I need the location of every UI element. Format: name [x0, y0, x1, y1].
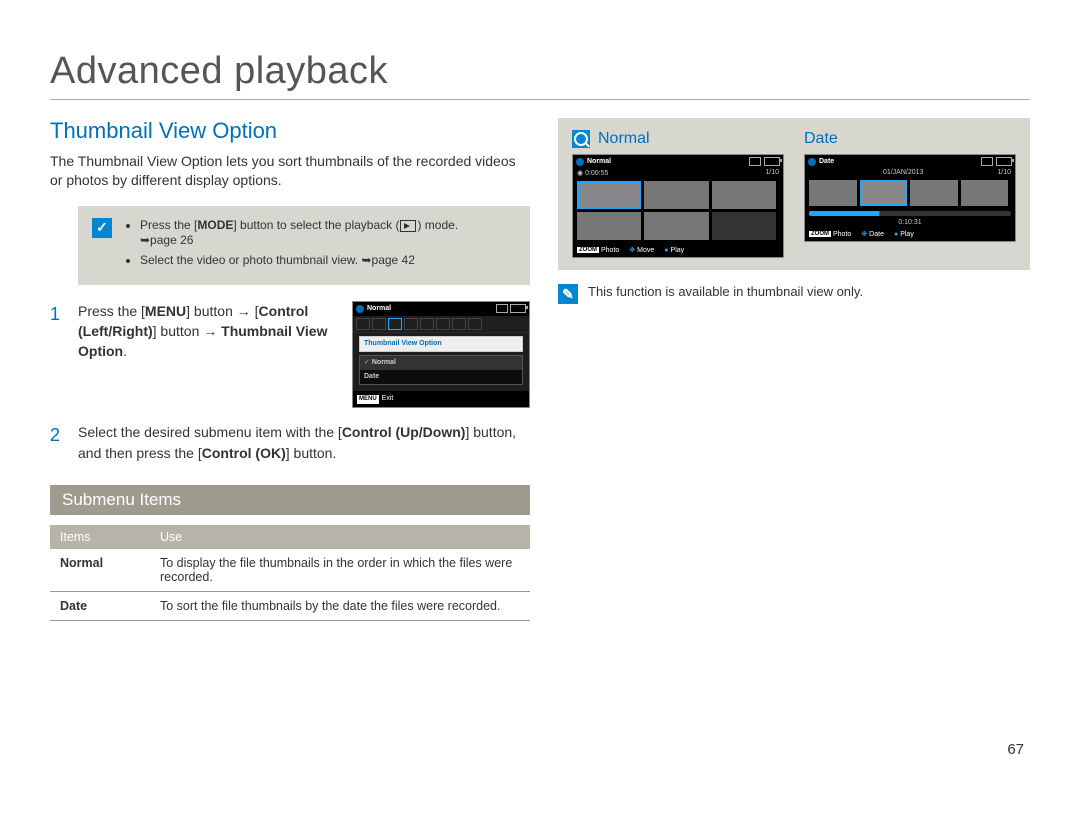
preview-box: Normal Normal ◉ 0:00:55 [558, 118, 1030, 270]
mini-title: Normal [367, 304, 391, 314]
check-icon: ✓ [92, 218, 112, 238]
step-number: 2 [50, 422, 68, 463]
menu-badge: MENU [357, 395, 379, 404]
thumbnail [712, 212, 776, 240]
gear-icon [576, 158, 584, 166]
footnote-row: ✎ This function is available in thumbnai… [558, 284, 1030, 304]
card-icon [496, 304, 508, 313]
thumbnail [644, 181, 708, 209]
step-number: 1 [50, 301, 68, 409]
submenu-table: Items Use Normal To display the file thu… [50, 525, 530, 621]
cell-item: Normal [50, 549, 150, 592]
th-use: Use [150, 525, 530, 549]
timeline [809, 211, 1011, 216]
section-heading: Thumbnail View Option [50, 118, 530, 144]
counter-label: 1/10 [765, 169, 779, 177]
intro-text: The Thumbnail View Option lets you sort … [50, 152, 530, 190]
preview-title-date: Date [804, 130, 838, 148]
cell-use: To display the file thumbnails in the or… [150, 549, 530, 592]
thumbnail [961, 180, 1009, 206]
battery-icon [510, 304, 526, 313]
preview-title-normal: Normal [598, 130, 650, 148]
thumbnail [577, 181, 641, 209]
card-icon [749, 157, 761, 166]
note-item-2: Select the video or photo thumbnail view… [140, 253, 458, 269]
mini-option-date: Date [360, 370, 522, 384]
page-number: 67 [50, 741, 1030, 758]
submenu-items-header: Submenu Items [50, 485, 530, 515]
mini-option-normal: ✓Normal [360, 356, 522, 370]
table-row: Normal To display the file thumbnails in… [50, 549, 530, 592]
magnify-icon [572, 130, 590, 148]
mini-screenshot-menu: Normal Thumbnail View Option ✓Normal [352, 301, 530, 409]
table-row: Date To sort the file thumbnails by the … [50, 591, 530, 620]
counter-label: 1/10 [997, 169, 1011, 176]
battery-icon [996, 157, 1012, 166]
gear-icon [808, 158, 816, 166]
duration-label: ◉ 0:00:55 [577, 169, 608, 177]
note-item-1: Press the [MODE] button to select the pl… [140, 218, 458, 249]
battery-icon [764, 157, 780, 166]
playback-icon [400, 220, 416, 232]
thumbnail [809, 180, 857, 206]
footnote-text: This function is available in thumbnail … [588, 284, 863, 299]
card-icon [981, 157, 993, 166]
thumbnail [712, 181, 776, 209]
note-icon: ✎ [558, 284, 578, 304]
thumbnail [860, 180, 908, 206]
th-items: Items [50, 525, 150, 549]
step-1: 1 Press the [MENU] button → [Control (Le… [50, 301, 530, 409]
step-2: 2 Select the desired submenu item with t… [50, 422, 530, 463]
lcd-normal: Normal ◉ 0:00:55 1/10 [572, 154, 784, 258]
thumbnail [910, 180, 958, 206]
date-label: 01/JAN/2013 [883, 169, 923, 176]
cell-item: Date [50, 591, 150, 620]
cell-use: To sort the file thumbnails by the date … [150, 591, 530, 620]
playtime: 0:10:31 [898, 219, 921, 226]
mini-toolbar [353, 316, 529, 333]
mini-dropdown: Thumbnail View Option [359, 336, 523, 352]
note-box: ✓ Press the [MODE] button to select the … [78, 206, 530, 285]
thumbnail [577, 212, 641, 240]
page-title: Advanced playback [50, 50, 1030, 100]
lcd-date: Date 01/JAN/2013 1/10 [804, 154, 1016, 242]
exit-label: Exit [382, 394, 394, 404]
thumbnail [644, 212, 708, 240]
gear-icon [356, 305, 364, 313]
